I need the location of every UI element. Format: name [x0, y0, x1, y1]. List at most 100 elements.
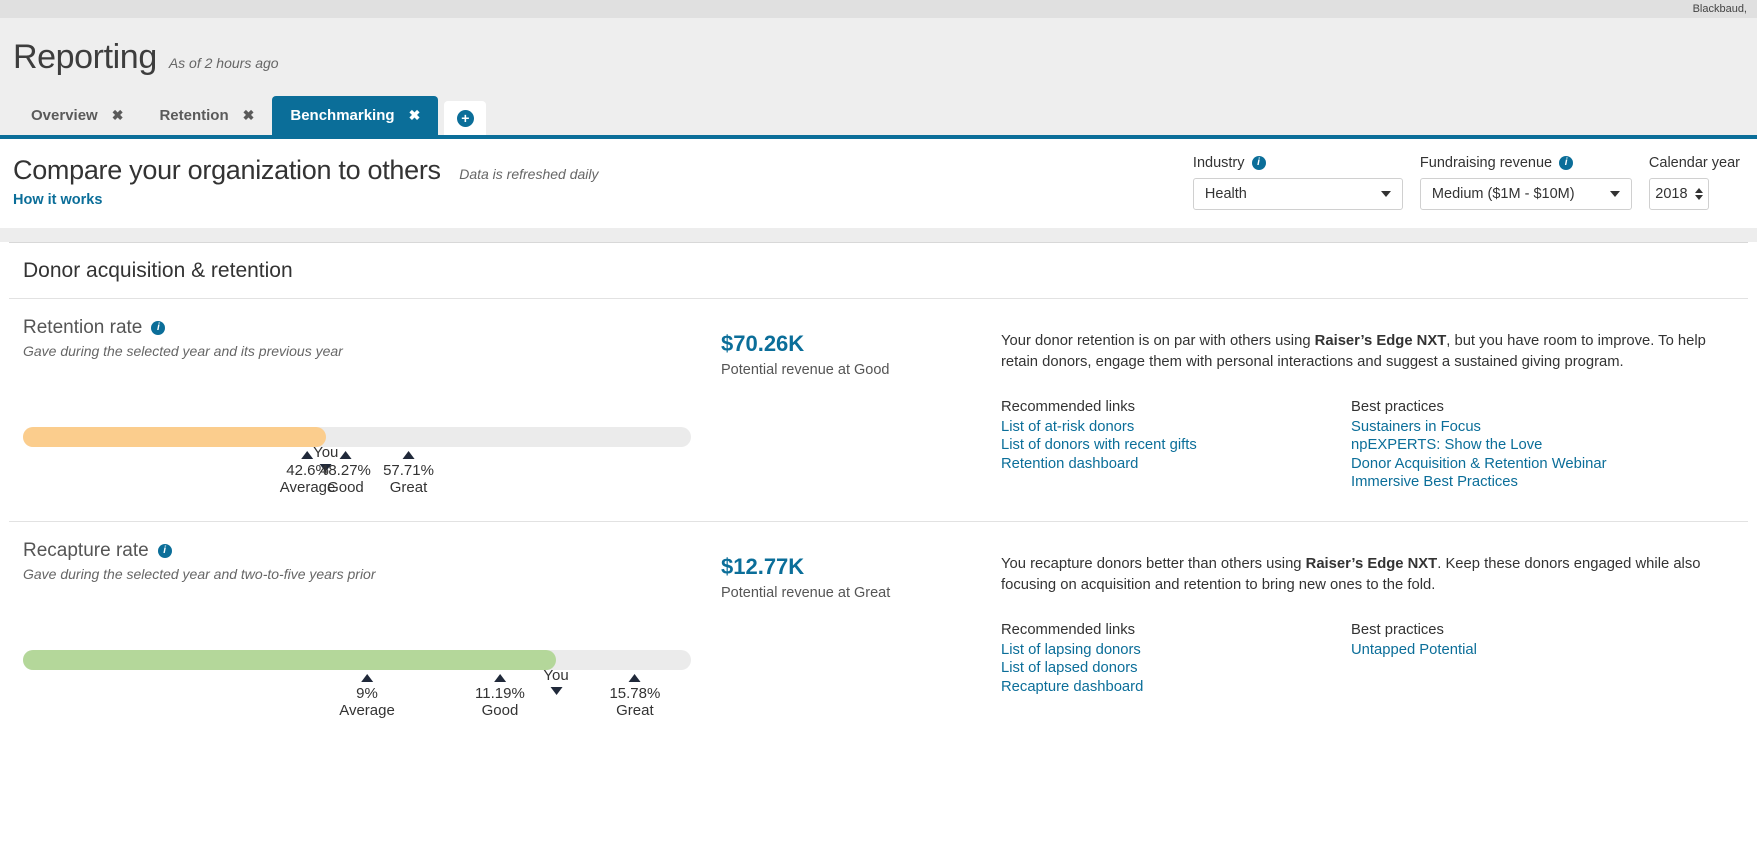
- revenue-select-value: Medium ($1M - $10M): [1432, 186, 1575, 202]
- industry-filter: Industry i Health: [1193, 155, 1403, 210]
- benchmark-value: 57.71%: [383, 462, 434, 479]
- best-practice-link[interactable]: Donor Acquisition & Retention Webinar: [1351, 455, 1740, 473]
- benchmark-tick: 15.78%Great: [609, 674, 660, 719]
- recommended-link[interactable]: List of lapsed donors: [1001, 659, 1351, 677]
- industry-label: Industry: [1193, 155, 1245, 171]
- compare-bar: Compare your organization to others Data…: [0, 139, 1757, 228]
- year-select[interactable]: 2018: [1649, 178, 1709, 210]
- benchmark-value: 48.27%: [320, 462, 371, 479]
- section-gap: [0, 228, 1757, 242]
- filter-group: Industry i Health Fundraising revenue i …: [1193, 155, 1744, 210]
- gauge-track: [23, 427, 691, 447]
- benchmark-tick: 11.19%Good: [475, 674, 525, 719]
- recommended-link[interactable]: List of donors with recent gifts: [1001, 436, 1351, 454]
- best-practices-heading: Best practices: [1351, 399, 1740, 415]
- browser-corner-text: Blackbaud,: [1693, 3, 1747, 15]
- refresh-note: Data is refreshed daily: [459, 166, 598, 182]
- close-icon[interactable]: ✖: [409, 107, 421, 124]
- industry-select[interactable]: Health: [1193, 178, 1403, 210]
- potential-revenue-panel: $12.77KPotential revenue at Great: [721, 540, 1001, 724]
- benchmark-value: 9%: [339, 685, 395, 702]
- close-icon[interactable]: ✖: [243, 107, 255, 124]
- metric-row: Retention rate i Gave during the selected …: [9, 299, 1748, 522]
- recommended-link[interactable]: List of at-risk donors: [1001, 418, 1351, 436]
- revenue-caption: Potential revenue at Good: [721, 362, 1001, 378]
- page-title: Reporting: [13, 40, 157, 74]
- title-row: Reporting As of 2 hours ago: [0, 40, 1757, 74]
- metric-name: Retention rate: [23, 317, 142, 339]
- caret-up-icon: [403, 451, 415, 459]
- tab-retention[interactable]: Retention ✖: [141, 96, 272, 135]
- metric-subtitle: Gave during the selected year and its pr…: [23, 343, 721, 359]
- as-of-timestamp: As of 2 hours ago: [169, 55, 279, 71]
- revenue-amount: $70.26K: [721, 331, 1001, 357]
- advice-paragraph: Your donor retention is on par with othe…: [1001, 331, 1740, 373]
- gauge-fill: [23, 427, 326, 447]
- browser-top-strip: Blackbaud,: [0, 0, 1757, 18]
- best-practice-link[interactable]: npEXPERTS: Show the Love: [1351, 436, 1740, 454]
- close-icon[interactable]: ✖: [112, 107, 124, 124]
- metric-name: Recapture rate: [23, 540, 149, 562]
- best-practice-link[interactable]: Untapped Potential: [1351, 641, 1740, 659]
- metric-row: Recapture rate i Gave during the selected …: [9, 522, 1748, 744]
- info-icon[interactable]: i: [151, 321, 165, 335]
- metric-gauge-panel: Recapture rate i Gave during the selected …: [9, 540, 721, 724]
- info-icon[interactable]: i: [1252, 156, 1266, 170]
- benchmark-label: Great: [609, 702, 660, 719]
- industry-select-value: Health: [1205, 186, 1247, 202]
- revenue-select[interactable]: Medium ($1M - $10M): [1420, 178, 1632, 210]
- benchmark-value: 15.78%: [609, 685, 660, 702]
- benchmark-label: Average: [339, 702, 395, 719]
- benchmark-value: 11.19%: [475, 685, 525, 702]
- card-title: Donor acquisition & retention: [9, 243, 1748, 299]
- recommended-link[interactable]: Recapture dashboard: [1001, 678, 1351, 696]
- year-label-row: Calendar year: [1649, 155, 1740, 171]
- best-practices-heading: Best practices: [1351, 622, 1740, 638]
- best-practice-link[interactable]: Sustainers in Focus: [1351, 418, 1740, 436]
- benchmark-gauge: 45.32%You42.6%Average48.27%Good57.71%Gre…: [23, 427, 721, 501]
- tab-label: Retention: [159, 107, 228, 124]
- chevron-down-icon: [1381, 191, 1391, 197]
- caret-up-icon: [494, 674, 506, 682]
- info-icon[interactable]: i: [1559, 156, 1573, 170]
- recommended-links-column: Recommended linksList of lapsing donorsL…: [1001, 622, 1351, 696]
- tab-label: Benchmarking: [290, 107, 394, 124]
- tab-bar: Overview ✖ Retention ✖ Benchmarking ✖ +: [0, 96, 1757, 135]
- caret-up-icon: [629, 674, 641, 682]
- how-it-works-link[interactable]: How it works: [13, 192, 599, 208]
- tab-benchmarking[interactable]: Benchmarking ✖: [272, 96, 438, 135]
- add-tab-button[interactable]: +: [444, 101, 486, 135]
- benchmark-ticks: 9%Average 11.19%Good 15.78%Great: [23, 670, 691, 724]
- revenue-filter: Fundraising revenue i Medium ($1M - $10M…: [1420, 155, 1632, 210]
- advice-paragraph: You recapture donors better than others …: [1001, 554, 1740, 596]
- info-icon[interactable]: i: [158, 544, 172, 558]
- caret-up-icon: [302, 451, 314, 459]
- tab-label: Overview: [31, 107, 98, 124]
- metric-gauge-panel: Retention rate i Gave during the selected …: [9, 317, 721, 501]
- advice-text-pre: Your donor retention is on par with othe…: [1001, 333, 1315, 349]
- tab-overview[interactable]: Overview ✖: [13, 96, 141, 135]
- recommended-links-heading: Recommended links: [1001, 399, 1351, 415]
- best-practice-link[interactable]: Immersive Best Practices: [1351, 473, 1740, 491]
- benchmark-tick: 48.27%Good: [320, 451, 371, 496]
- spinner-icon[interactable]: [1695, 188, 1703, 200]
- benchmark-label: Great: [383, 479, 434, 496]
- page-header: Reporting As of 2 hours ago Overview✖Ret…: [0, 18, 1757, 135]
- recommended-links-column: Recommended links List of at-risk donorsL…: [1001, 399, 1351, 492]
- benchmark-gauge: 12.42%You9%Average11.19%Good15.78%Great: [23, 650, 721, 724]
- recommended-link[interactable]: List of lapsing donors: [1001, 641, 1351, 659]
- link-columns: Recommended links List of at-risk donorsL…: [1001, 399, 1740, 492]
- metric-list: Retention rate i Gave during the selected …: [9, 299, 1748, 744]
- potential-revenue-panel: $70.26K Potential revenue at Good: [721, 317, 1001, 501]
- caret-up-icon: [361, 674, 373, 682]
- benchmark-tick: 57.71%Great: [383, 451, 434, 496]
- metric-name-row: Recapture rate i: [23, 540, 721, 562]
- compare-heading-row: Compare your organization to others Data…: [13, 155, 599, 186]
- revenue-label: Fundraising revenue: [1420, 155, 1552, 171]
- recommended-link[interactable]: Retention dashboard: [1001, 455, 1351, 473]
- gauge-fill: [23, 650, 556, 670]
- link-columns: Recommended linksList of lapsing donorsL…: [1001, 622, 1740, 696]
- advice-panel: You recapture donors better than others …: [1001, 540, 1748, 724]
- metric-subtitle: Gave during the selected year and two-to…: [23, 566, 721, 582]
- benchmark-label: Good: [475, 702, 525, 719]
